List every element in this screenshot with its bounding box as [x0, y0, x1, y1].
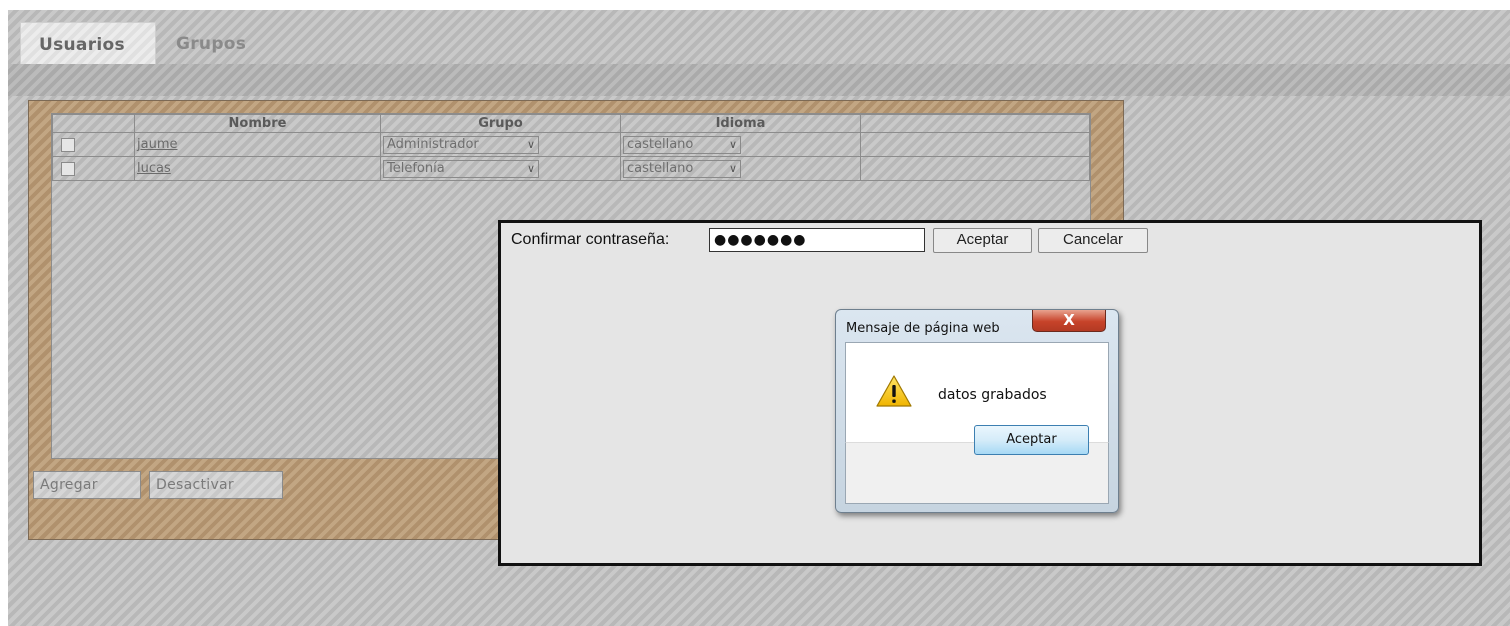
- user-link[interactable]: jaume: [137, 137, 177, 152]
- idioma-select-value: castellano: [627, 161, 694, 176]
- close-icon[interactable]: X: [1032, 310, 1106, 332]
- grupo-select-value: Telefonía: [387, 161, 445, 176]
- nombre-cell: lucas: [134, 156, 381, 181]
- col-header-extra: [860, 114, 1090, 133]
- warning-icon: [876, 375, 912, 407]
- idioma-cell: castellano ∨: [620, 156, 861, 181]
- users-table: Nombre Grupo Idioma jaume Administrador: [52, 114, 1090, 181]
- nombre-cell: jaume: [134, 132, 381, 157]
- idioma-select[interactable]: castellano ∨: [623, 135, 741, 154]
- grupo-cell: Telefonía ∨: [380, 156, 621, 181]
- app-window: Usuarios Grupos Nombre Grupo Idioma jaum…: [8, 10, 1510, 626]
- user-link[interactable]: lucas: [137, 161, 171, 176]
- table-header-row: Nombre Grupo Idioma: [52, 114, 1090, 133]
- password-input[interactable]: ●●●●●●●: [709, 228, 925, 252]
- grupo-select-value: Administrador: [387, 137, 479, 152]
- grupo-select[interactable]: Telefonía ∨: [383, 159, 539, 178]
- idioma-select[interactable]: castellano ∨: [623, 159, 741, 178]
- row-select-cell: [52, 132, 135, 157]
- col-header-nombre: Nombre: [134, 114, 381, 133]
- row-checkbox[interactable]: [61, 161, 75, 176]
- extra-cell: [860, 156, 1090, 181]
- chevron-down-icon: ∨: [526, 162, 535, 175]
- table-row: lucas Telefonía ∨ castellano ∨: [52, 156, 1090, 181]
- row-select-cell: [52, 156, 135, 181]
- agregar-button[interactable]: Agregar: [33, 471, 141, 499]
- table-row: jaume Administrador ∨ castellano ∨: [52, 132, 1090, 157]
- message-accept-button[interactable]: Aceptar: [974, 425, 1089, 455]
- col-header-idioma: Idioma: [620, 114, 861, 133]
- idioma-cell: castellano ∨: [620, 132, 861, 157]
- tab-grupos[interactable]: Grupos: [158, 22, 286, 64]
- chevron-down-icon: ∨: [728, 162, 737, 175]
- message-dialog-title: Mensaje de página web: [846, 321, 1000, 336]
- message-dialog: Mensaje de página web X datos grabados A…: [835, 309, 1119, 513]
- grupo-select[interactable]: Administrador ∨: [383, 135, 539, 154]
- col-header-select: [52, 114, 135, 133]
- confirm-password-label: Confirmar contraseña:: [511, 231, 670, 248]
- idioma-select-value: castellano: [627, 137, 694, 152]
- grupo-cell: Administrador ∨: [380, 132, 621, 157]
- confirm-accept-button[interactable]: Aceptar: [933, 228, 1032, 253]
- desactivar-button[interactable]: Desactivar: [149, 471, 283, 499]
- chevron-down-icon: ∨: [728, 138, 737, 151]
- confirm-password-box: Confirmar contraseña: ●●●●●●● Aceptar Ca…: [498, 220, 1482, 566]
- tab-usuarios[interactable]: Usuarios: [20, 22, 156, 64]
- tabs-bar: Usuarios Grupos: [8, 10, 1510, 96]
- chevron-down-icon: ∨: [526, 138, 535, 151]
- extra-cell: [860, 132, 1090, 157]
- confirm-cancel-button[interactable]: Cancelar: [1038, 228, 1148, 253]
- row-checkbox[interactable]: [61, 137, 75, 152]
- col-header-grupo: Grupo: [380, 114, 621, 133]
- tab-content-strip: [8, 64, 1510, 96]
- message-text: datos grabados: [938, 387, 1047, 403]
